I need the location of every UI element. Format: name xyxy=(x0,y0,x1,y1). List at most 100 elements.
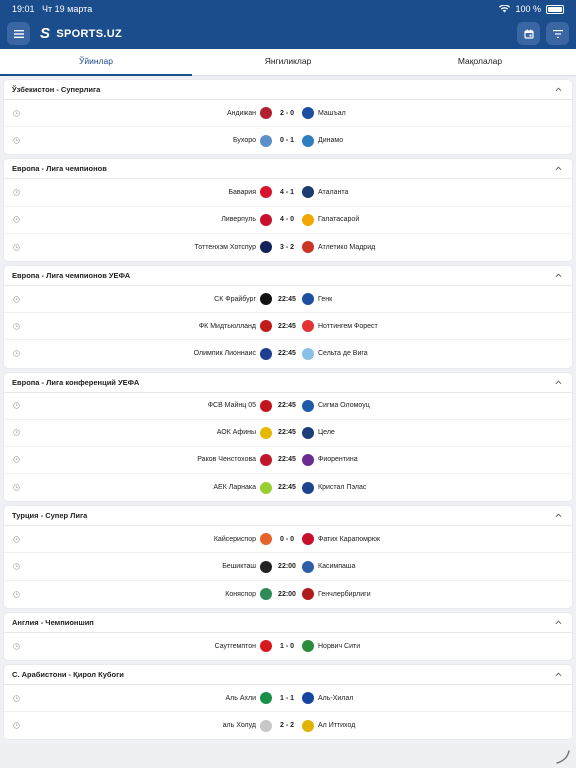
league-header[interactable]: Европа - Лига конференций УЕФА xyxy=(4,373,572,393)
league-section: Европа - Лига чемпионов Бавария 4 - 1 Атала… xyxy=(4,159,572,261)
home-team-logo-icon xyxy=(260,481,272,494)
clock-icon xyxy=(13,643,20,650)
league-header[interactable]: Европа - Лига чемпионов УЕФА xyxy=(4,266,572,286)
match-row[interactable]: АОК Афины 22:45 Целе xyxy=(4,420,572,447)
match-row[interactable]: Бешикташ 22:00 Касимпаша xyxy=(4,553,572,581)
match-score: 22:45 xyxy=(278,322,296,330)
app-bar: S SPORTS.UZ xyxy=(0,18,576,49)
status-left: 19:01 Чт 19 марта xyxy=(12,4,92,14)
clock-icon xyxy=(13,563,20,570)
match-row[interactable]: Ливерпуль 4 - 0 Галатасарой xyxy=(4,207,572,234)
chevron-up-icon[interactable] xyxy=(555,671,562,678)
home-team-name: Олимпик Лионнаис xyxy=(193,350,256,358)
league-header[interactable]: С. Арабистони - Қирол Кубоги xyxy=(4,665,572,685)
home-team-name: АОК Афины xyxy=(216,429,256,437)
chevron-up-icon[interactable] xyxy=(555,379,562,386)
match-score: 2 - 0 xyxy=(279,109,294,117)
match-row[interactable]: Кайсериспор 0 - 0 Фатих Карагюмрюк xyxy=(4,526,572,554)
menu-button[interactable] xyxy=(7,22,30,45)
match-score: 2 - 2 xyxy=(279,722,294,730)
match-row[interactable]: ФК Мидтьюлланд 22:45 Ноттингем Форест xyxy=(4,313,572,341)
home-team-name: Бухоро xyxy=(232,137,256,145)
match-row[interactable]: Тоттенхэм Хотспур 3 - 2 Атлетико Мадрид xyxy=(4,234,572,261)
match-score: 4 - 1 xyxy=(279,188,294,196)
home-team-logo-icon xyxy=(260,560,272,573)
match-row[interactable]: ФСВ Майнц 05 22:45 Сигма Оломоуц xyxy=(4,393,572,420)
home-team-name: ФСВ Майнц 05 xyxy=(207,402,256,410)
chevron-up-icon[interactable] xyxy=(555,165,562,172)
away-team-logo-icon xyxy=(302,213,314,226)
home-team-name: Андижан xyxy=(227,109,256,117)
away-team-name: Ал Иттиход xyxy=(318,722,356,730)
brand-logo[interactable]: S SPORTS.UZ xyxy=(40,25,122,42)
clock-icon xyxy=(13,402,20,409)
away-team-logo-icon xyxy=(302,453,314,466)
home-team-logo-icon xyxy=(260,134,272,147)
home-team-name: Аль Ахли xyxy=(225,694,256,702)
clock-icon xyxy=(13,109,20,117)
away-team-name: Динамо xyxy=(318,137,344,145)
home-team-name: Тоттенхэм Хотспур xyxy=(194,243,256,251)
match-score: 22:45 xyxy=(278,456,296,464)
league-header[interactable]: Ўзбекистон - Суперлига xyxy=(4,80,572,100)
league-header[interactable]: Турция - Супер Лига xyxy=(4,506,572,527)
away-team-logo-icon xyxy=(302,692,314,705)
home-team-logo-icon xyxy=(260,293,272,306)
match-row[interactable]: Коняспор 22:00 Генчлербирлиги xyxy=(4,581,572,608)
away-team-name: Ноттингем Форест xyxy=(318,322,378,330)
away-team-name: Касимпаша xyxy=(318,563,356,571)
clock-icon xyxy=(13,295,20,303)
match-score: 22:45 xyxy=(278,484,296,492)
filter-button[interactable] xyxy=(546,22,569,45)
match-score: 1 - 1 xyxy=(279,694,294,702)
away-team-logo-icon xyxy=(302,588,314,601)
clock-icon xyxy=(13,484,20,491)
match-row[interactable]: Андижан 2 - 0 Машъал xyxy=(4,100,572,128)
home-team-logo-icon xyxy=(260,426,272,439)
home-team-logo-icon xyxy=(260,588,272,601)
match-row[interactable]: Бавария 4 - 1 Аталанта xyxy=(4,179,572,207)
tab-news[interactable]: Янгиликлар xyxy=(192,49,384,75)
match-row[interactable]: Олимпик Лионнаис 22:45 Сельта де Вига xyxy=(4,340,572,367)
home-team-name: СК Фрайбург xyxy=(214,295,256,303)
chevron-up-icon[interactable] xyxy=(555,272,562,279)
league-header[interactable]: Европа - Лига чемпионов xyxy=(4,159,572,180)
clock-icon xyxy=(13,216,20,223)
match-row[interactable]: Бухоро 0 - 1 Динамо xyxy=(4,127,572,154)
league-title: С. Арабистони - Қирол Кубоги xyxy=(12,670,124,679)
chevron-up-icon[interactable] xyxy=(555,619,562,626)
match-row[interactable]: СК Фрайбург 22:45 Генк xyxy=(4,286,572,314)
match-row[interactable]: АЕК Ларнака 22:45 Кристал Пэлас xyxy=(4,474,572,501)
home-team-logo-icon xyxy=(260,399,272,412)
away-team-logo-icon xyxy=(302,320,314,333)
match-row[interactable]: аль Холуд 2 - 2 Ал Иттиход xyxy=(4,712,572,739)
calendar-button[interactable] xyxy=(517,22,540,45)
away-team-name: Галатасарой xyxy=(318,216,360,224)
away-team-logo-icon xyxy=(302,426,314,439)
clock-icon xyxy=(13,456,20,464)
clock-icon xyxy=(13,189,20,196)
away-team-name: Машъал xyxy=(318,109,346,117)
away-team-name: Сельта де Вига xyxy=(318,350,368,358)
match-row[interactable]: Раков Ченстохова 22:45 Фиорентина xyxy=(4,447,572,475)
home-team-logo-icon xyxy=(260,186,272,199)
league-header[interactable]: Англия - Чемпионшип xyxy=(4,613,572,633)
tab-articles[interactable]: Мақолалар xyxy=(384,49,576,75)
chevron-up-icon[interactable] xyxy=(555,86,562,93)
away-team-name: Целе xyxy=(318,429,335,437)
away-team-name: Норвич Сити xyxy=(318,642,361,650)
tab-bar: Ўйинлар Янгиликлар Мақолалар xyxy=(0,49,576,76)
match-score: 22:45 xyxy=(278,402,296,410)
match-row[interactable]: Саутгемптон 1 - 0 Норвич Сити xyxy=(4,633,572,660)
match-row[interactable]: Аль Ахли 1 - 1 Аль-Хилал xyxy=(4,685,572,713)
away-team-logo-icon xyxy=(302,560,314,573)
clock-icon xyxy=(13,322,20,330)
chevron-up-icon[interactable] xyxy=(555,512,562,519)
home-team-name: ФК Мидтьюлланд xyxy=(198,322,256,330)
league-section: Европа - Лига конференций УЕФА ФСВ Майнц … xyxy=(4,372,572,502)
battery-icon xyxy=(546,4,564,14)
home-team-name: Бавария xyxy=(228,188,256,196)
away-team-name: Сигма Оломоуц xyxy=(318,402,370,410)
home-team-logo-icon xyxy=(260,719,272,732)
tab-games[interactable]: Ўйинлар xyxy=(0,49,192,76)
